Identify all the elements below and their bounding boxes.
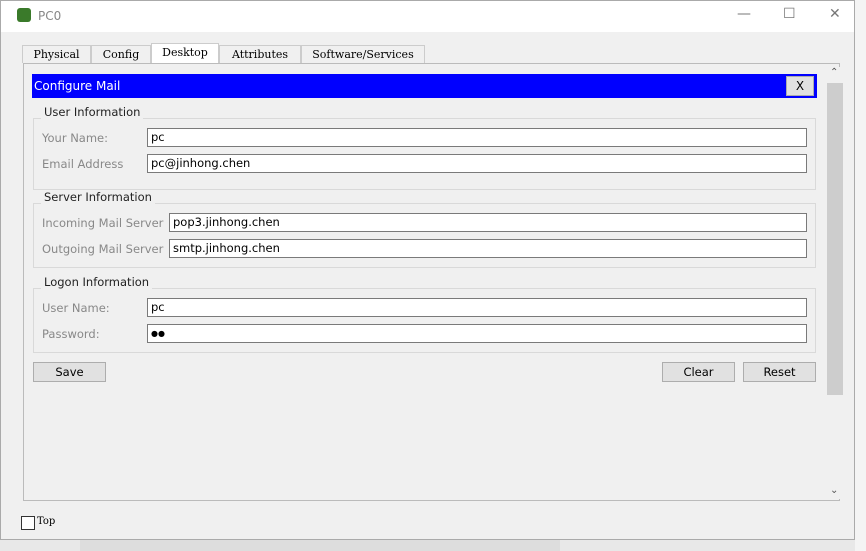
tab-config[interactable]: Config [91, 45, 151, 63]
background-app-edge [855, 0, 866, 551]
app-icon [17, 8, 31, 22]
dialog-close-button[interactable]: X [786, 76, 814, 96]
outgoing-server-label: Outgoing Mail Server [42, 242, 164, 256]
reset-button[interactable]: Reset [743, 362, 816, 382]
user-name-label: User Name: [42, 301, 110, 315]
email-input[interactable]: pc@jinhong.chen [147, 154, 807, 173]
group-title: User Information [41, 105, 144, 119]
background-toolbar [80, 540, 560, 551]
scroll-down-icon[interactable]: ⌄ [830, 485, 838, 496]
incoming-server-input[interactable]: pop3.jinhong.chen [169, 213, 807, 232]
title-bar: PC0 — ☐ ✕ [1, 1, 854, 32]
tab-attributes[interactable]: Attributes [219, 45, 301, 63]
email-label: Email Address [42, 157, 124, 171]
top-label: Top [37, 516, 56, 527]
tab-physical[interactable]: Physical [22, 45, 91, 63]
group-title: Logon Information [41, 275, 153, 289]
pc-window: PC0 — ☐ ✕ Physical Config Desktop Attrib… [0, 0, 855, 540]
tab-software-services[interactable]: Software/Services [301, 45, 425, 63]
top-checkbox[interactable] [21, 516, 35, 530]
dialog-title: Configure Mail [32, 74, 817, 98]
minimize-button[interactable]: — [737, 6, 751, 22]
your-name-label: Your Name: [42, 131, 109, 145]
incoming-server-label: Incoming Mail Server [42, 216, 164, 230]
window-title: PC0 [38, 9, 62, 23]
maximize-button[interactable]: ☐ [783, 6, 796, 22]
clear-button[interactable]: Clear [662, 362, 735, 382]
password-label: Password: [42, 327, 100, 341]
password-input[interactable]: ●● [147, 324, 807, 343]
group-title: Server Information [41, 190, 155, 204]
user-name-input[interactable]: pc [147, 298, 807, 317]
outgoing-server-input[interactable]: smtp.jinhong.chen [169, 239, 807, 258]
save-button[interactable]: Save [33, 362, 106, 382]
close-button[interactable]: ✕ [829, 6, 841, 22]
scroll-up-icon[interactable]: ⌃ [830, 67, 838, 78]
scrollbar-thumb[interactable] [827, 83, 843, 395]
tab-desktop[interactable]: Desktop [151, 43, 219, 64]
your-name-input[interactable]: pc [147, 128, 807, 147]
